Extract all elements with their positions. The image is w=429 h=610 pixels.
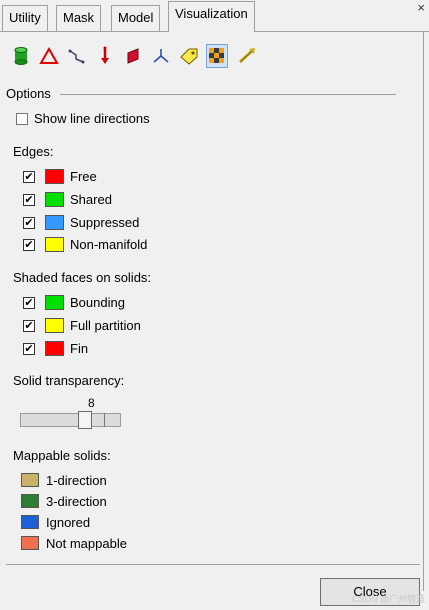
triangle-outline-icon[interactable] <box>38 44 60 68</box>
face-bounding-label: Bounding <box>70 295 125 310</box>
tag-label-icon[interactable] <box>178 44 200 68</box>
face-bounding-checkbox[interactable]: ✔ <box>23 297 35 309</box>
tab-mask[interactable]: Mask <box>56 5 102 31</box>
options-divider <box>60 94 396 95</box>
show-line-directions-checkbox[interactable] <box>16 113 28 125</box>
transparency-slider-tick <box>104 413 105 427</box>
line-segments-icon[interactable] <box>66 44 88 68</box>
tab-bar: Utility Mask Model Visualization × <box>0 0 429 32</box>
edge-suppressed-label: Suppressed <box>70 215 140 230</box>
transparency-heading: Solid transparency: <box>13 373 125 388</box>
edge-shared-checkbox[interactable]: ✔ <box>23 194 35 206</box>
edge-shared-label: Shared <box>70 192 112 207</box>
close-icon[interactable]: × <box>417 0 425 15</box>
mappable-ignored-color[interactable] <box>21 515 39 529</box>
face-full-partition-label: Full partition <box>70 318 141 333</box>
edge-free-checkbox[interactable]: ✔ <box>23 171 35 183</box>
surface-patch-icon[interactable] <box>122 44 144 68</box>
face-bounding-color[interactable] <box>45 295 64 310</box>
cylinder-solid-icon[interactable] <box>10 44 32 68</box>
bottom-separator <box>6 564 420 565</box>
face-fin-label: Fin <box>70 341 89 356</box>
tab-visualization[interactable]: Visualization <box>168 1 255 32</box>
show-line-directions-label: Show line directions <box>34 111 150 126</box>
transparency-slider-thumb[interactable] <box>78 411 92 429</box>
mappable-not-mappable-color[interactable] <box>21 536 39 550</box>
edge-free-color[interactable] <box>45 169 64 184</box>
axes-system-icon[interactable] <box>150 44 172 68</box>
mappable-3-direction-color[interactable] <box>21 494 39 508</box>
transparency-value: 8 <box>88 396 95 410</box>
face-full-partition-checkbox[interactable]: ✔ <box>23 320 35 332</box>
mappable-heading: Mappable solids: <box>13 448 111 463</box>
edge-free-label: Free <box>70 169 97 184</box>
panel-border <box>423 31 424 591</box>
edges-heading: Edges: <box>13 144 54 159</box>
transparency-slider-track[interactable] <box>20 413 121 427</box>
edge-nonmanifold-checkbox[interactable]: ✔ <box>23 239 35 251</box>
edge-nonmanifold-label: Non-manifold <box>70 237 148 252</box>
face-fin-checkbox[interactable]: ✔ <box>23 343 35 355</box>
tab-utility[interactable]: Utility <box>2 5 48 31</box>
face-fin-color[interactable] <box>45 341 64 356</box>
face-full-partition-color[interactable] <box>45 318 64 333</box>
options-group-label: Options <box>6 86 51 101</box>
vector-arrow-icon[interactable] <box>94 44 116 68</box>
edge-shared-color[interactable] <box>45 192 64 207</box>
tab-model[interactable]: Model <box>111 5 161 31</box>
mappable-1-direction-label: 1-direction <box>46 473 107 488</box>
edge-suppressed-checkbox[interactable]: ✔ <box>23 217 35 229</box>
edge-nonmanifold-color[interactable] <box>45 237 64 252</box>
edge-suppressed-color[interactable] <box>45 215 64 230</box>
mappable-ignored-label: Ignored <box>46 515 91 530</box>
watermark: CSDN @广州智造 <box>352 594 426 604</box>
shaded-faces-heading: Shaded faces on solids: <box>13 270 152 285</box>
mappable-3-direction-label: 3-direction <box>46 494 107 509</box>
mappable-not-mappable-label: Not mappable <box>46 536 127 551</box>
checker-pattern-icon[interactable] <box>206 44 228 68</box>
pencil-arrow-icon[interactable] <box>236 44 258 68</box>
mappable-1-direction-color[interactable] <box>21 473 39 487</box>
